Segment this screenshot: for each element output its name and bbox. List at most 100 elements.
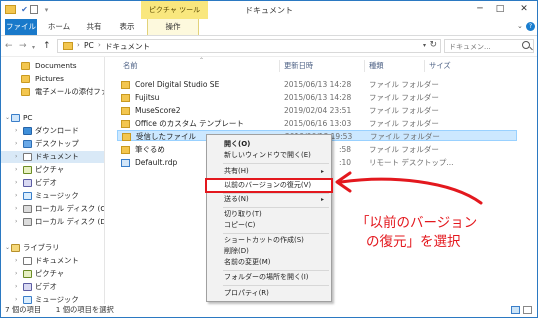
- menu-item-open-new-window[interactable]: 新しいウィンドウで開く(E): [207, 150, 331, 161]
- folder-icon: [121, 120, 130, 128]
- nav-item-pc[interactable]: ⌄ PC: [1, 112, 104, 124]
- folder-icon: [21, 88, 30, 96]
- menu-item-rename[interactable]: 名前の変更(M): [207, 257, 331, 268]
- chevron-down-icon[interactable]: ⌄: [5, 242, 10, 254]
- chevron-down-icon[interactable]: ▾: [423, 42, 426, 49]
- nav-item-documents-pc[interactable]: › ドキュメント: [1, 151, 104, 163]
- recent-locations-icon[interactable]: ▾: [32, 42, 35, 54]
- nav-item-email-attachments[interactable]: 電子メールの添付ファ: [1, 86, 104, 98]
- column-header-type[interactable]: 種類: [369, 61, 384, 72]
- column-divider[interactable]: [424, 60, 425, 72]
- chevron-right-icon[interactable]: ›: [15, 164, 17, 176]
- folder-icon: [121, 107, 130, 115]
- chevron-right-icon[interactable]: ›: [15, 190, 17, 202]
- chevron-right-icon[interactable]: ›: [15, 151, 17, 163]
- download-icon: [23, 127, 32, 135]
- annotation-line-1: 「以前のバージョン: [356, 215, 478, 231]
- library-icon: [11, 244, 20, 252]
- nav-item-pictures-pc[interactable]: › ピクチャ: [1, 164, 104, 176]
- chevron-right-icon[interactable]: ›: [15, 203, 17, 215]
- tab-manage[interactable]: 操作: [147, 19, 199, 35]
- nav-item-lib-pictures[interactable]: › ピクチャ: [1, 268, 104, 280]
- menu-item-send-to[interactable]: 送る(N) ▸: [207, 194, 331, 205]
- back-arrow-icon[interactable]: ←: [5, 40, 13, 52]
- details-view-icon[interactable]: [511, 306, 520, 314]
- expand-ribbon-icon[interactable]: ⌄: [517, 22, 523, 30]
- search-icon[interactable]: [522, 41, 530, 49]
- up-arrow-icon[interactable]: ↑: [43, 40, 51, 52]
- status-text: 7 個の項目 1 個の項目を選択: [5, 305, 114, 314]
- tab-file[interactable]: ファイル: [5, 19, 37, 35]
- nav-item-drive-c[interactable]: › ローカル ディスク (C:): [1, 203, 104, 215]
- chevron-right-icon[interactable]: ›: [77, 41, 80, 49]
- menu-item-open[interactable]: 開く(O): [207, 139, 331, 150]
- help-icon[interactable]: ?: [526, 22, 535, 31]
- chevron-right-icon[interactable]: ›: [15, 125, 17, 137]
- column-divider[interactable]: [364, 60, 365, 72]
- sort-arrow-icon: ⌃: [199, 57, 205, 64]
- pc-icon: [11, 114, 20, 122]
- chevron-down-icon[interactable]: ⌄: [5, 112, 10, 124]
- close-button[interactable]: ✕: [513, 3, 535, 15]
- menu-item-cut[interactable]: 切り取り(T): [207, 209, 331, 220]
- chevron-right-icon[interactable]: ›: [15, 177, 17, 189]
- file-row[interactable]: MuseScore2 2019/02/04 23:51 ファイル フォルダー: [117, 105, 517, 116]
- annotation-text: 「以前のバージョン の復元」を選択: [356, 214, 506, 252]
- nav-item-libraries[interactable]: ⌄ ライブラリ: [1, 242, 104, 254]
- column-header-size[interactable]: サイズ: [429, 61, 451, 72]
- file-row[interactable]: Office のカスタム テンプレート 2015/06/16 13:03 ファイル …: [117, 118, 517, 129]
- address-bar[interactable]: › PC › ドキュメント ▾ ↻: [57, 39, 441, 53]
- annotation-line-2: の復元」を選択: [366, 234, 461, 250]
- nav-item-lib-documents[interactable]: › ドキュメント: [1, 255, 104, 267]
- chevron-right-icon[interactable]: ›: [15, 255, 17, 267]
- tab-home[interactable]: ホーム: [41, 19, 77, 35]
- menu-item-create-shortcut[interactable]: ショートカットの作成(S): [207, 235, 331, 246]
- large-icons-view-icon[interactable]: [523, 306, 532, 314]
- menu-item-properties[interactable]: プロパティ(R): [207, 288, 331, 299]
- pictures-icon: [23, 270, 32, 278]
- nav-item-videos[interactable]: › ビデオ: [1, 177, 104, 189]
- chevron-right-icon[interactable]: ›: [15, 138, 17, 150]
- maximize-button[interactable]: □: [493, 3, 507, 15]
- chevron-right-icon[interactable]: ›: [15, 216, 17, 228]
- vertical-scrollbar[interactable]: [529, 57, 537, 303]
- folder-icon: [63, 42, 73, 50]
- chevron-right-icon[interactable]: ›: [15, 281, 17, 293]
- menu-separator: [223, 270, 329, 271]
- music-icon: [23, 192, 32, 200]
- search-input[interactable]: ドキュメン...: [444, 39, 534, 53]
- menu-separator: [223, 285, 329, 286]
- file-row[interactable]: Fujitsu 2015/06/13 14:28 ファイル フォルダー: [117, 92, 517, 103]
- navigation-pane[interactable]: Documents Pictures 電子メールの添付ファ ⌄ PC › ダウンロー…: [1, 57, 105, 305]
- breadcrumb-pc[interactable]: PC: [84, 41, 94, 50]
- menu-item-share[interactable]: 共有(H) ▸: [207, 166, 331, 177]
- nav-item-music[interactable]: › ミュージック: [1, 190, 104, 202]
- menu-item-copy[interactable]: コピー(C): [207, 220, 331, 231]
- forward-arrow-icon[interactable]: →: [19, 40, 27, 52]
- menu-item-restore-previous-versions[interactable]: 以前のバージョンの復元(V): [205, 178, 333, 193]
- column-header-name[interactable]: 名前: [123, 61, 138, 72]
- menu-separator: [223, 233, 329, 234]
- minimize-button[interactable]: ─: [473, 3, 487, 15]
- refresh-icon[interactable]: ↻: [429, 40, 437, 50]
- file-row[interactable]: Corel Digital Studio SE 2015/06/13 14:28 フ…: [117, 79, 517, 90]
- music-icon: [23, 296, 32, 304]
- column-divider[interactable]: [279, 60, 280, 72]
- chevron-right-icon[interactable]: ›: [15, 268, 17, 280]
- breadcrumb-documents[interactable]: ドキュメント: [105, 41, 150, 52]
- nav-item-lib-videos[interactable]: › ビデオ: [1, 281, 104, 293]
- nav-item-pictures[interactable]: Pictures: [1, 73, 104, 85]
- nav-item-desktop[interactable]: › デスクトップ: [1, 138, 104, 150]
- chevron-right-icon[interactable]: ›: [98, 41, 101, 49]
- tab-view[interactable]: 表示: [113, 19, 141, 35]
- menu-item-delete[interactable]: 削除(D): [207, 246, 331, 257]
- explorer-window: ✔ ▾ ピクチャ ツール ドキュメント ─ □ ✕ ファイル ホーム 共有 表示…: [0, 0, 538, 318]
- nav-item-downloads[interactable]: › ダウンロード: [1, 125, 104, 137]
- menu-item-open-folder-location[interactable]: フォルダーの場所を開く(I): [207, 272, 331, 283]
- folder-icon: [21, 75, 30, 83]
- nav-item-drive-d[interactable]: › ローカル ディスク (D:): [1, 216, 104, 228]
- folder-icon: [121, 94, 130, 102]
- column-header-date[interactable]: 更新日時: [284, 61, 313, 72]
- nav-item-documents[interactable]: Documents: [1, 60, 104, 72]
- tab-share[interactable]: 共有: [79, 19, 109, 35]
